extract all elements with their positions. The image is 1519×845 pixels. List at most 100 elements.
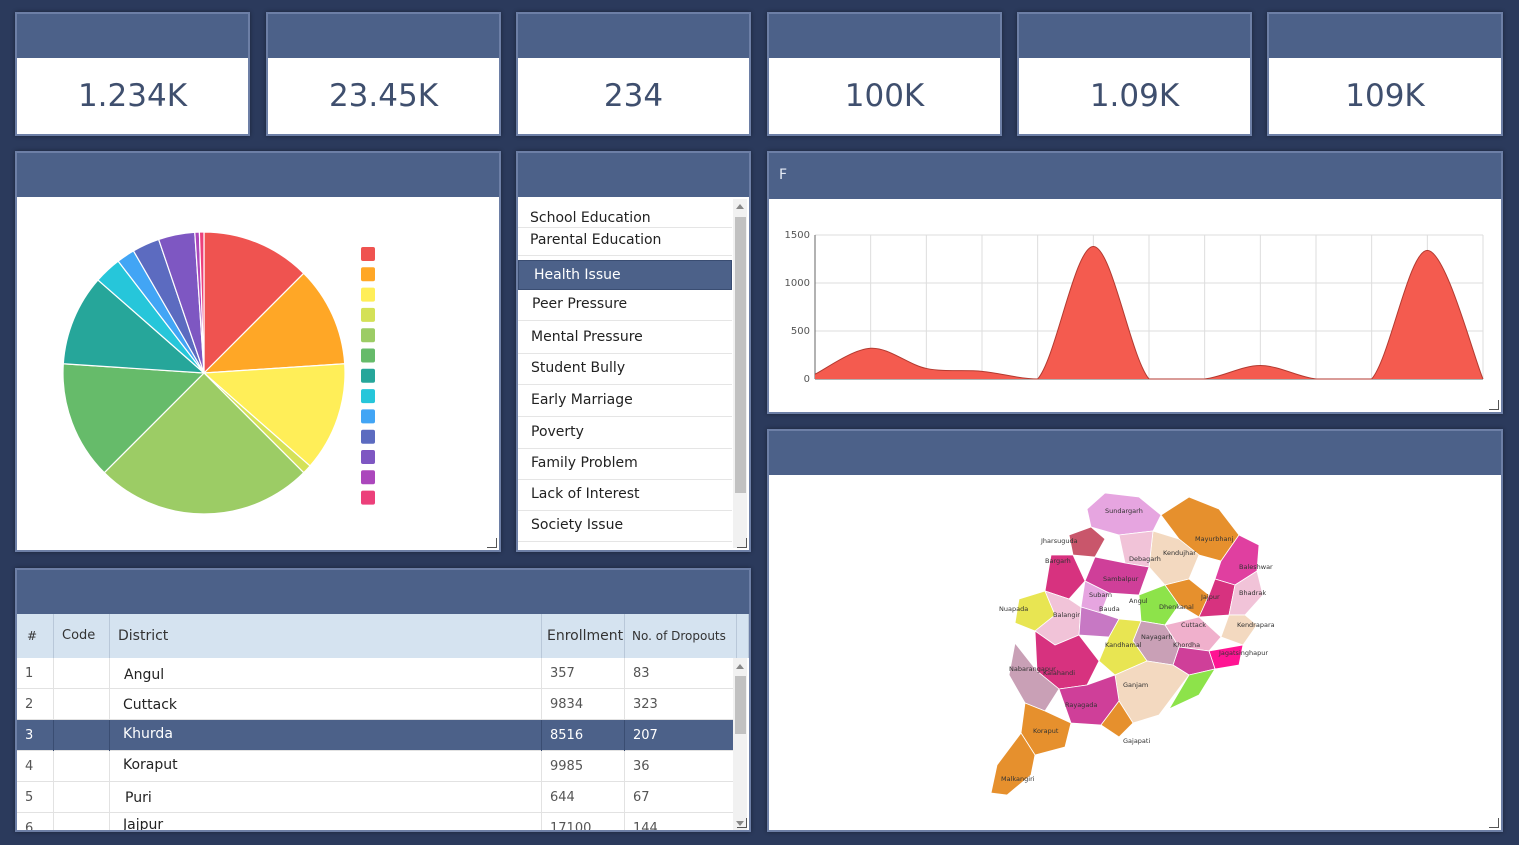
table-row[interactable]: 2 Cuttack 9834 323 — [17, 689, 735, 720]
pie-panel-title — [17, 153, 499, 197]
reason-early-marriage[interactable]: Early Marriage — [518, 386, 732, 417]
map-panel: Sundargarh Jharsuguda Bargarh Debagarh K… — [767, 429, 1503, 832]
resize-handle[interactable] — [737, 538, 747, 548]
legend-swatch[interactable] — [361, 409, 375, 424]
table-scrollbar[interactable] — [733, 658, 747, 830]
kpi-title — [769, 14, 1000, 58]
kpi-card-5[interactable]: 1.09K — [1017, 12, 1252, 136]
cell-district: Koraput — [110, 751, 542, 782]
kpi-title — [1019, 14, 1250, 58]
table-row[interactable]: 4 Koraput 9985 36 — [17, 751, 735, 782]
scrollbar-thumb[interactable] — [735, 676, 746, 734]
col-header-enrollment[interactable]: Enrollment — [542, 614, 625, 658]
pie-chart-panel — [15, 151, 501, 552]
cell-dropouts: 207 — [625, 720, 735, 751]
odisha-district-map[interactable]: Sundargarh Jharsuguda Bargarh Debagarh K… — [769, 475, 1501, 830]
kpi-card-6[interactable]: 109K — [1267, 12, 1503, 136]
kpi-value: 23.45K — [328, 78, 439, 114]
reason-school-education[interactable]: School Education — [518, 206, 732, 228]
kpi-value: 234 — [603, 78, 664, 114]
kpi-card-1[interactable]: 1.234K — [15, 12, 250, 136]
map-label: Baleshwar — [1239, 563, 1273, 571]
pie-chart[interactable] — [17, 197, 499, 550]
map-label: Balangir — [1053, 611, 1080, 619]
resize-handle[interactable] — [487, 538, 497, 548]
legend-swatch[interactable] — [361, 348, 375, 363]
cell-enrollment: 9834 — [542, 689, 625, 720]
resize-handle[interactable] — [1489, 400, 1499, 410]
map-label: Khordha — [1173, 641, 1200, 649]
map-label: Kandhamal — [1105, 641, 1142, 649]
legend-swatch[interactable] — [361, 450, 375, 464]
legend-swatch[interactable] — [361, 307, 375, 322]
scroll-up-arrow-icon[interactable] — [736, 204, 744, 209]
map-label: Angul — [1129, 597, 1148, 605]
col-header-code[interactable]: Code — [54, 614, 110, 658]
cell-dropouts: 67 — [625, 782, 735, 813]
table-row-selected[interactable]: 3 Khurda 8516 207 — [17, 720, 735, 751]
table-row[interactable]: 6 Jajpur 17100 144 — [17, 813, 735, 830]
reasons-scrollbar[interactable] — [733, 199, 747, 548]
cell-district: Jajpur — [110, 813, 542, 830]
col-header-spacer — [737, 614, 749, 658]
map-label: Jagatsinghapur — [1218, 649, 1268, 657]
reason-family-problem[interactable]: Family Problem — [518, 449, 732, 480]
map-label: Nayagarh — [1141, 633, 1172, 641]
resize-handle[interactable] — [737, 818, 747, 828]
scrollbar-thumb[interactable] — [735, 217, 746, 493]
table-panel-title — [17, 570, 749, 614]
col-header-district[interactable]: District — [110, 614, 542, 658]
map-label: Nabarangapur — [1009, 665, 1056, 673]
map-label: Debagarh — [1129, 555, 1161, 563]
reasons-list: School Education Parental Education Heal… — [518, 197, 749, 550]
legend-swatch[interactable] — [361, 368, 375, 383]
reason-poverty[interactable]: Poverty — [518, 418, 732, 449]
cell-num: 3 — [17, 720, 54, 751]
y-tick-label: 500 — [791, 326, 810, 337]
map-label: Bhadrak — [1239, 589, 1266, 597]
kpi-value: 1.234K — [77, 78, 188, 114]
cell-enrollment: 644 — [542, 782, 625, 813]
cell-dropouts: 36 — [625, 751, 735, 782]
legend-swatch[interactable] — [361, 470, 375, 485]
area-chart[interactable]: 0 500 1000 1500 — [769, 199, 1501, 412]
kpi-card-3[interactable]: 234 — [516, 12, 751, 136]
scroll-up-arrow-icon[interactable] — [736, 664, 744, 669]
legend-swatch[interactable] — [361, 247, 375, 261]
col-header-num[interactable]: # — [17, 614, 54, 658]
reason-student-bully[interactable]: Student Bully — [518, 354, 732, 385]
cell-code — [54, 658, 110, 689]
resize-handle[interactable] — [1489, 818, 1499, 828]
cell-num: 1 — [17, 658, 54, 689]
map-label: Rayagada — [1065, 701, 1097, 709]
reason-society-issue[interactable]: Society Issue — [518, 511, 732, 542]
reason-mental-pressure[interactable]: Mental Pressure — [518, 323, 732, 354]
kpi-card-2[interactable]: 23.45K — [266, 12, 501, 136]
table-row[interactable]: 5 Puri 644 67 — [17, 782, 735, 813]
kpi-title — [17, 14, 248, 58]
cell-district: Khurda — [110, 720, 542, 751]
cell-district: Angul — [110, 658, 542, 689]
legend-swatch[interactable] — [361, 328, 375, 343]
table-row[interactable]: 1 Angul 357 83 — [17, 658, 735, 689]
col-header-dropouts[interactable]: No. of Dropouts — [625, 614, 737, 658]
legend-swatch[interactable] — [361, 287, 375, 302]
kpi-value: 1.09K — [1089, 78, 1180, 114]
reason-lack-of-interest[interactable]: Lack of Interest — [518, 480, 732, 511]
map-label: Gajapati — [1123, 737, 1150, 745]
legend-swatch[interactable] — [361, 490, 375, 505]
legend-swatch[interactable] — [361, 429, 375, 444]
trend-chart-panel: F 0 500 1000 1500 — [767, 151, 1503, 414]
map-label: Bauda — [1099, 605, 1120, 613]
table-body: 1 Angul 357 83 2 Cuttack 9834 323 3 Khur… — [17, 658, 735, 830]
map-label: Subarn — [1089, 591, 1112, 599]
y-tick-label: 1500 — [785, 230, 810, 241]
reason-parental-education[interactable]: Parental Education — [518, 228, 732, 256]
reasons-panel: School Education Parental Education Heal… — [516, 151, 751, 552]
reason-health-issue[interactable]: Health Issue — [518, 260, 732, 290]
legend-swatch[interactable] — [361, 267, 375, 282]
map-label: Sambalpur — [1103, 575, 1139, 583]
legend-swatch[interactable] — [361, 389, 375, 404]
reason-peer-pressure[interactable]: Peer Pressure — [518, 290, 732, 321]
kpi-card-4[interactable]: 100K — [767, 12, 1002, 136]
